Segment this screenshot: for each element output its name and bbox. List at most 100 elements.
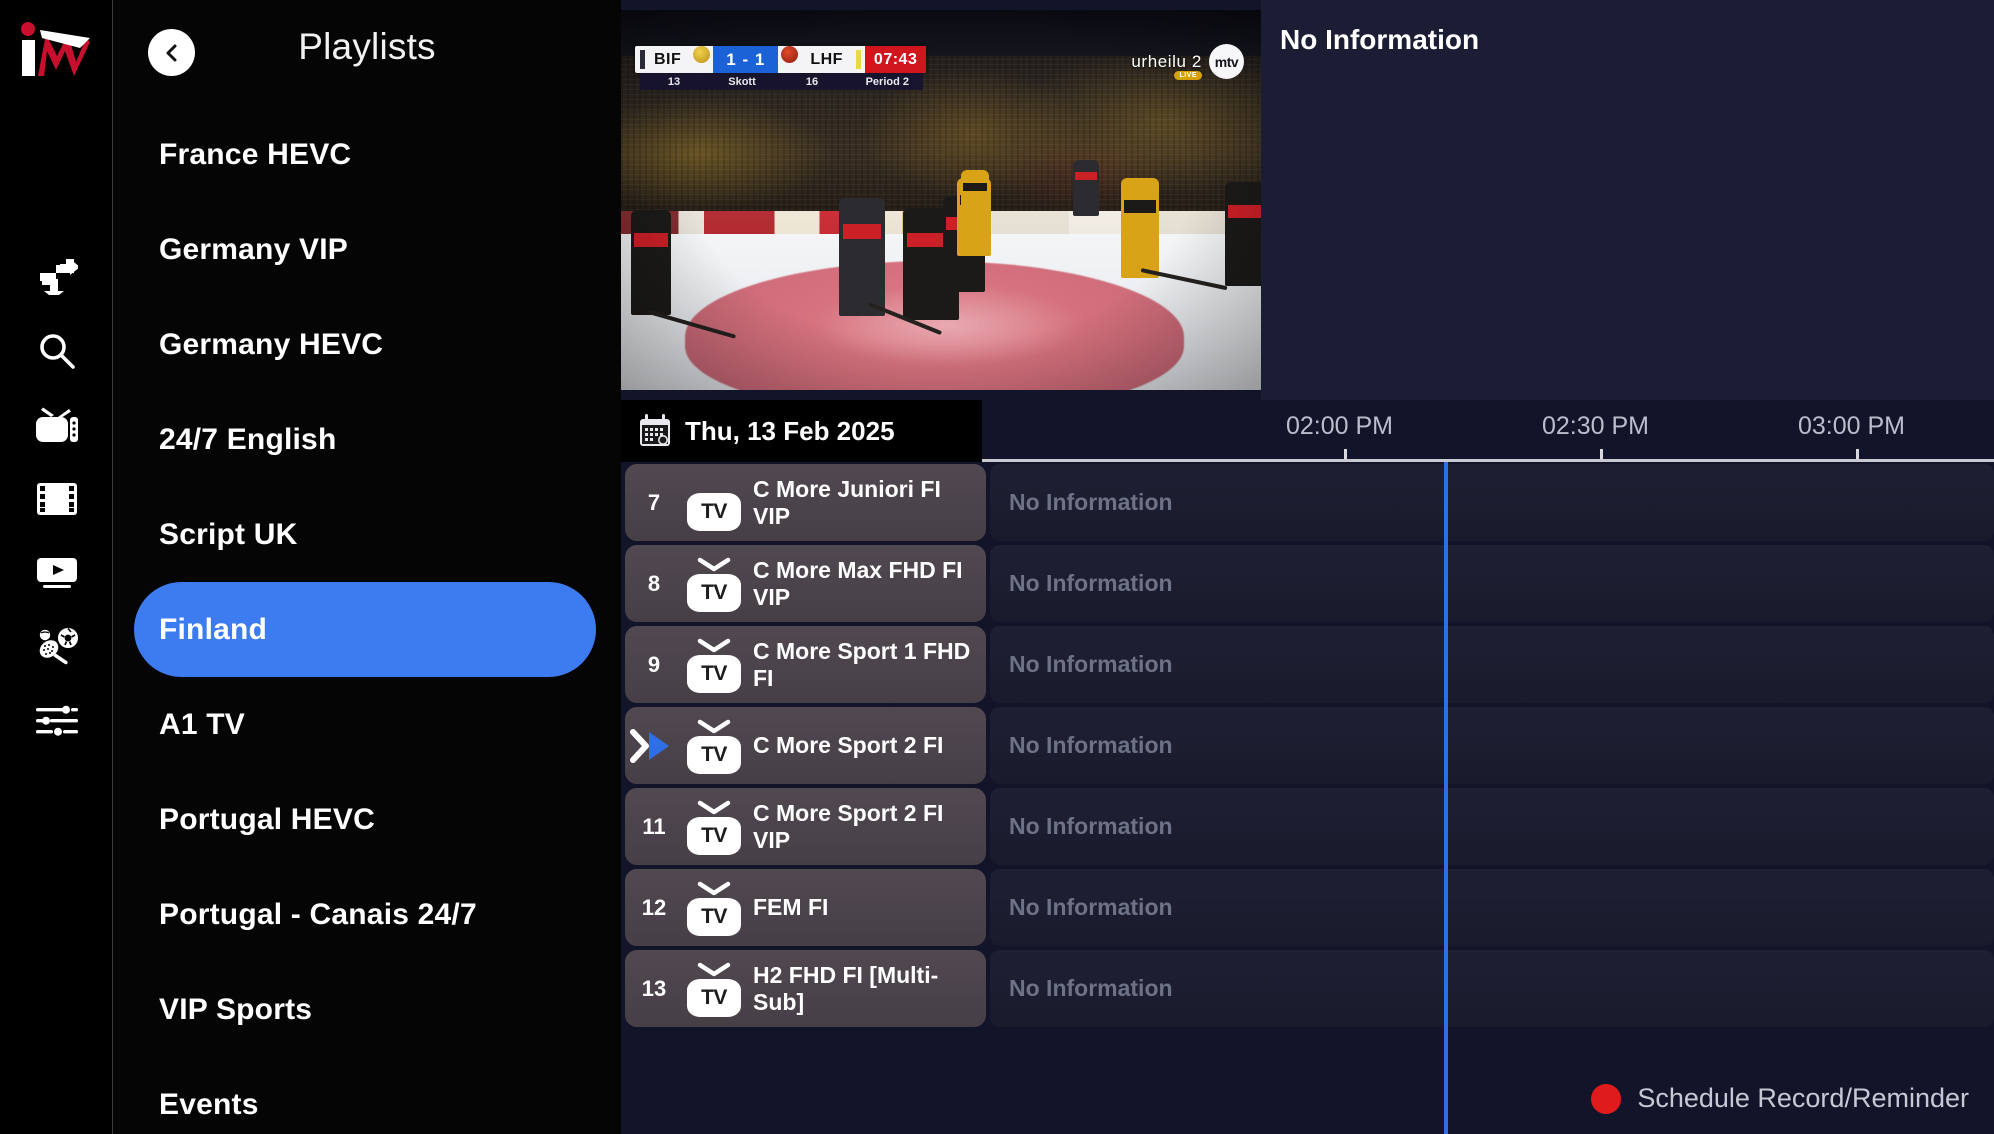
scoreboard-overlay: BIF 1 - 1 LHF 07:43 13 Skott 16 Period 2 [635, 46, 927, 90]
channel-number: 7 [647, 489, 661, 515]
tv-channel-icon: TV [683, 637, 745, 693]
playlist-item-finland[interactable]: Finland [134, 582, 596, 677]
now-playing-indicator [625, 727, 683, 765]
timeline-date: Thu, 13 Feb 2025 [685, 415, 895, 446]
channel-bug-name: urheilu 2 [1131, 51, 1202, 71]
im-logo [16, 18, 94, 80]
schedule-record-legend[interactable]: Schedule Record/Reminder [1591, 1083, 1969, 1114]
away-shots: 16 [805, 75, 819, 88]
table-row[interactable]: 13 TV H2 FHD FI [Multi-Sub] No Informati… [621, 948, 1994, 1029]
channel-bug: urheilu 2 mtv LIVE [1131, 44, 1244, 80]
channel-number: 12 [641, 894, 667, 920]
scoreboard-separator [855, 50, 861, 69]
epg-grid: 7 TV C More Juniori FI VIP No Informatio… [621, 462, 1994, 1134]
channel-number: 9 [647, 651, 661, 677]
playlist-item-a1-tv[interactable]: A1 TV [113, 677, 621, 772]
tv-channel-icon: TV [683, 556, 745, 612]
nav-rail [0, 0, 113, 1134]
playlist-item-events[interactable]: Events [113, 1057, 621, 1134]
channel-name: H2 FHD FI [Multi-Sub] [753, 962, 939, 1015]
channel-cell[interactable]: 9 TV C More Sport 1 FHD FI [625, 626, 986, 703]
playlist-list: France HEVC Germany VIP Germany HEVC 24/… [113, 95, 621, 1134]
preview-and-info: BIF 1 - 1 LHF 07:43 13 Skott 16 Period 2 [621, 0, 1994, 400]
home-team-logo-icon [693, 46, 711, 63]
program-cell[interactable]: No Information [990, 626, 1994, 703]
program-info-title: No Information [1280, 24, 1480, 55]
table-row[interactable]: 12 TV FEM FI No Information [621, 867, 1994, 948]
movies-icon[interactable] [26, 477, 88, 521]
playlist-item-germany-vip[interactable]: Germany VIP [113, 202, 621, 297]
chevron-down-icon [697, 719, 731, 733]
calendar-icon [640, 414, 670, 446]
playlists-header: Playlists [113, 0, 621, 95]
chevron-down-icon [697, 557, 731, 571]
table-row[interactable]: 11 TV C More Sport 2 FI VIP No Informati… [621, 786, 1994, 867]
program-cell[interactable]: No Information [990, 707, 1994, 784]
channel-cell[interactable]: 8 TV C More Max FHD FI VIP [625, 545, 986, 622]
search-icon[interactable] [26, 329, 88, 373]
live-tv-icon[interactable] [26, 403, 88, 447]
playlist-item-24-7-english[interactable]: 24/7 English [113, 392, 621, 487]
channel-cell[interactable]: 12 TV FEM FI [625, 869, 986, 946]
playlist-item-france-hevc[interactable]: France HEVC [113, 107, 621, 202]
epg-main: BIF 1 - 1 LHF 07:43 13 Skott 16 Period 2 [621, 0, 1994, 1134]
program-title: No Information [1009, 813, 1173, 839]
channel-number: 13 [641, 975, 667, 1001]
current-time-indicator [1444, 462, 1448, 1134]
channel-name: C More Sport 2 FI [753, 732, 944, 759]
table-row[interactable]: 8 TV C More Max FHD FI VIP No Informatio… [621, 543, 1994, 624]
timeline-slot-0200pm: 02:00 PM [1286, 412, 1394, 440]
timeline-slot-0300pm: 03:00 PM [1798, 412, 1906, 440]
table-row[interactable]: 9 TV C More Sport 1 FHD FI No Informatio… [621, 624, 1994, 705]
nav-rail-icons [0, 255, 113, 743]
timeline-date-block[interactable]: Thu, 13 Feb 2025 [621, 400, 982, 462]
tv-channel-icon: TV [683, 475, 745, 531]
channel-name: FEM FI [753, 894, 829, 921]
record-dot-icon [1591, 1083, 1622, 1114]
tv-channel-icon: TV [683, 961, 745, 1017]
program-cell[interactable]: No Information [990, 869, 1994, 946]
playlist-item-vip-sports[interactable]: VIP Sports [113, 962, 621, 1057]
live-badge: LIVE [1174, 71, 1202, 80]
timeline-slot-0230pm: 02:30 PM [1542, 412, 1650, 440]
scoreboard-clock: 07:43 [864, 46, 927, 73]
table-row[interactable]: TV C More Sport 2 FI No Information [621, 705, 1994, 786]
program-title: No Information [1009, 489, 1173, 515]
tv-channel-icon: TV [683, 880, 745, 936]
playlist-item-germany-hevc[interactable]: Germany HEVC [113, 297, 621, 392]
chevron-down-icon [697, 962, 731, 976]
timeline-header: Thu, 13 Feb 2025 02:00 PM 02:30 PM 03:00… [621, 400, 1994, 462]
program-title: No Information [1009, 894, 1173, 920]
switch-profile-icon[interactable] [26, 255, 88, 299]
program-cell[interactable]: No Information [990, 545, 1994, 622]
channel-name: C More Juniori FI VIP [753, 476, 941, 529]
scoreboard-away-team: LHF [810, 50, 843, 68]
schedule-record-label: Schedule Record/Reminder [1637, 1083, 1969, 1113]
program-info-panel: No Information [1261, 0, 1994, 400]
scoreboard-home-team: BIF [654, 50, 682, 68]
settings-icon[interactable] [26, 699, 88, 743]
tv-channel-icon: TV [683, 718, 745, 774]
playlist-item-script-uk[interactable]: Script UK [113, 487, 621, 582]
playlist-item-portugal-canais-24-7[interactable]: Portugal - Canais 24/7 [113, 867, 621, 962]
video-preview[interactable]: BIF 1 - 1 LHF 07:43 13 Skott 16 Period 2 [621, 10, 1261, 390]
program-cell[interactable]: No Information [990, 788, 1994, 865]
channel-cell[interactable]: 7 TV C More Juniori FI VIP [625, 464, 986, 541]
channel-cell-playing[interactable]: TV C More Sport 2 FI [625, 707, 986, 784]
series-icon[interactable] [26, 551, 88, 595]
channel-cell[interactable]: 11 TV C More Sport 2 FI VIP [625, 788, 986, 865]
table-row[interactable]: 7 TV C More Juniori FI VIP No Informatio… [621, 462, 1994, 543]
scoreboard-main: BIF 1 - 1 LHF 07:43 [635, 46, 927, 73]
shots-label: Skott [728, 75, 756, 88]
page-title: Playlists [298, 26, 436, 67]
tv-channel-icon: TV [683, 799, 745, 855]
program-cell[interactable]: No Information [990, 464, 1994, 541]
program-title: No Information [1009, 570, 1173, 596]
channel-cell[interactable]: 13 TV H2 FHD FI [Multi-Sub] [625, 950, 986, 1027]
program-cell[interactable]: No Information [990, 950, 1994, 1027]
playlist-item-portugal-hevc[interactable]: Portugal HEVC [113, 772, 621, 867]
channel-number: 11 [642, 813, 666, 839]
chevron-down-icon [697, 638, 731, 652]
scoreboard-stats: 13 Skott 16 Period 2 [640, 73, 923, 90]
sports-icon[interactable] [26, 625, 88, 669]
